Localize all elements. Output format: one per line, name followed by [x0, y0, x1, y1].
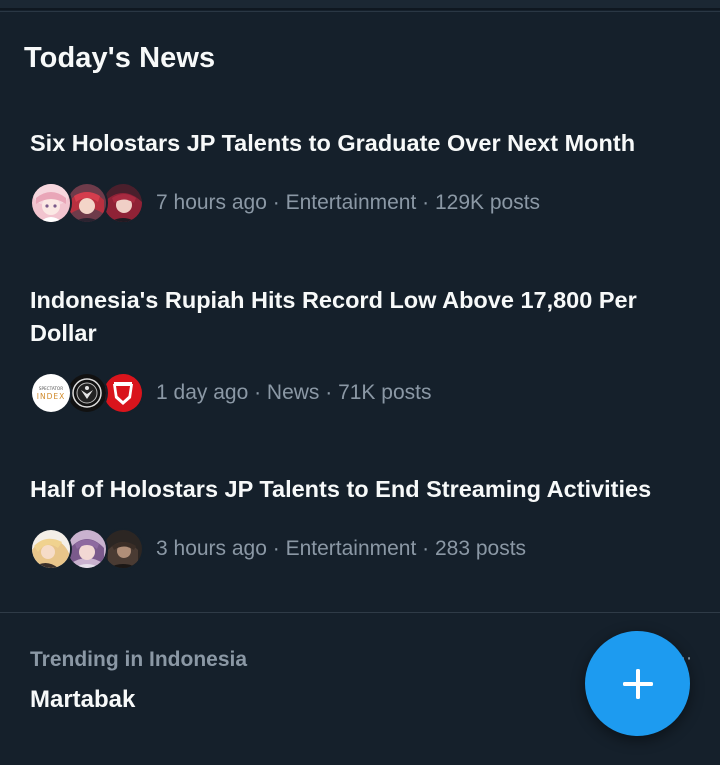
svg-text:INDEX: INDEX — [37, 392, 65, 401]
svg-text:SPECTATOR: SPECTATOR — [39, 386, 63, 391]
trend-context: Trending in Indonesia — [30, 648, 248, 671]
top-bar-edge — [0, 0, 720, 10]
avatar — [30, 182, 72, 224]
emblem-logo — [66, 372, 108, 414]
red-shield-logo — [102, 372, 144, 414]
news-item[interactable]: Six Holostars JP Talents to Graduate Ove… — [30, 127, 690, 224]
trend-name[interactable]: Martabak — [30, 686, 135, 714]
top-divider — [0, 11, 720, 12]
news-meta: 1 day ago · News · 71K posts — [156, 381, 432, 404]
news-item[interactable]: Indonesia's Rupiah Hits Record Low Above… — [30, 284, 690, 414]
avatar — [102, 182, 144, 224]
avatar — [30, 528, 72, 570]
avatar — [66, 182, 108, 224]
news-meta-row: SPECTATOR INDEX 1 day ago · News · 71K p… — [30, 372, 690, 414]
avatar-stack — [30, 182, 144, 224]
compose-button[interactable] — [585, 631, 690, 736]
avatar — [66, 528, 108, 570]
section-divider — [0, 612, 720, 613]
news-meta-row: 3 hours ago · Entertainment · 283 posts — [30, 528, 690, 570]
avatar-stack — [30, 528, 144, 570]
section-title: Today's News — [24, 42, 216, 74]
news-headline[interactable]: Indonesia's Rupiah Hits Record Low Above… — [30, 284, 690, 350]
avatar-stack: SPECTATOR INDEX — [30, 372, 144, 414]
avatar — [102, 528, 144, 570]
plus-icon — [622, 668, 653, 699]
spectator-index-logo: SPECTATOR INDEX — [30, 372, 72, 414]
news-meta: 3 hours ago · Entertainment · 283 posts — [156, 537, 527, 560]
news-headline[interactable]: Six Holostars JP Talents to Graduate Ove… — [30, 127, 690, 160]
news-meta: 7 hours ago · Entertainment · 129K posts — [156, 191, 541, 214]
news-meta-row: 7 hours ago · Entertainment · 129K posts — [30, 182, 690, 224]
news-headline[interactable]: Half of Holostars JP Talents to End Stre… — [30, 473, 690, 506]
news-item[interactable]: Half of Holostars JP Talents to End Stre… — [30, 473, 690, 570]
